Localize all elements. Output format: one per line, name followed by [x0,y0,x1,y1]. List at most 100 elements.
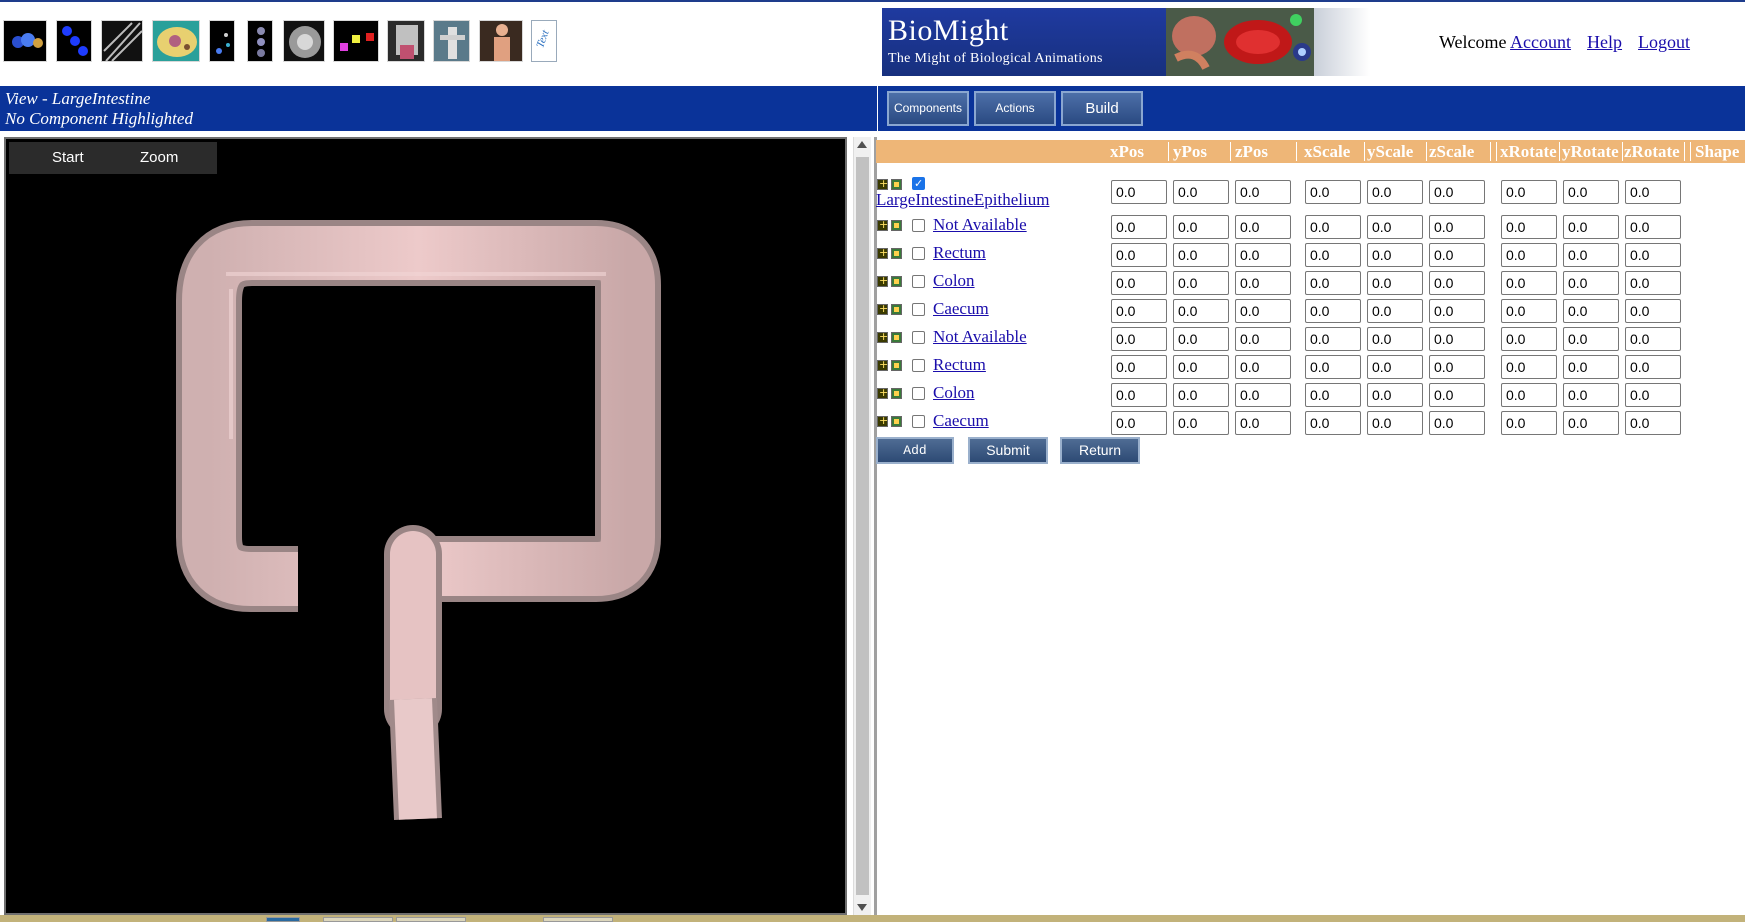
transform-input-zrotate[interactable] [1625,271,1681,295]
view-component-icon[interactable] [891,360,902,371]
expand-icon[interactable] [877,330,888,343]
transform-input-zrotate[interactable] [1625,355,1681,379]
component-link[interactable]: Colon [933,383,975,403]
transform-input-zscale[interactable] [1429,299,1485,323]
transform-input-xscale[interactable] [1305,383,1361,407]
component-checkbox[interactable] [912,331,925,344]
transform-input-zscale[interactable] [1429,355,1485,379]
transform-input-xpos[interactable] [1111,271,1167,295]
transform-input-xrotate[interactable] [1501,383,1557,407]
transform-input-xscale[interactable] [1305,355,1361,379]
transform-input-yscale[interactable] [1367,383,1423,407]
actions-button[interactable]: Actions [974,91,1056,126]
transform-input-zpos[interactable] [1235,299,1291,323]
transform-input-xrotate[interactable] [1501,411,1557,435]
help-link[interactable]: Help [1587,32,1622,52]
component-link[interactable]: Rectum [933,243,986,263]
transform-input-ypos[interactable] [1173,180,1229,204]
skeleton-thumbnail[interactable] [433,20,470,62]
component-checkbox[interactable] [912,219,925,232]
view-component-icon[interactable] [891,388,902,399]
transform-input-ypos[interactable] [1173,299,1229,323]
transform-input-xrotate[interactable] [1501,180,1557,204]
transform-input-yscale[interactable] [1367,271,1423,295]
component-checkbox[interactable] [912,275,925,288]
transform-input-xpos[interactable] [1111,327,1167,351]
transform-input-yscale[interactable] [1367,243,1423,267]
view-component-icon[interactable] [891,220,902,231]
transform-input-xpos[interactable] [1111,299,1167,323]
colored-blocks-thumbnail[interactable] [333,20,379,62]
transform-input-zscale[interactable] [1429,243,1485,267]
transform-input-yscale[interactable] [1367,180,1423,204]
expand-icon[interactable] [877,177,888,190]
molecule-thumbnail[interactable] [3,20,47,62]
transform-input-xrotate[interactable] [1501,299,1557,323]
transform-input-yrotate[interactable] [1563,271,1619,295]
scroll-down-arrow-icon[interactable] [857,904,867,911]
transform-input-zpos[interactable] [1235,215,1291,239]
transform-input-yscale[interactable] [1367,411,1423,435]
transform-input-yscale[interactable] [1367,215,1423,239]
logout-link[interactable]: Logout [1638,32,1690,52]
view-component-icon[interactable] [891,179,902,190]
view-component-icon[interactable] [891,248,902,259]
transform-input-zpos[interactable] [1235,180,1291,204]
cell-thumbnail[interactable] [152,20,200,62]
particles-thumbnail[interactable] [209,20,235,62]
transform-input-xpos[interactable] [1111,383,1167,407]
sphere-thumbnail[interactable] [283,20,325,62]
component-checkbox[interactable] [912,247,925,260]
component-link[interactable]: Caecum [933,411,989,431]
add-object-button[interactable]: Add Object [876,437,954,481]
transform-input-xpos[interactable] [1111,215,1167,239]
transform-input-zscale[interactable] [1429,383,1485,407]
transform-input-ypos[interactable] [1173,355,1229,379]
transform-input-yrotate[interactable] [1563,243,1619,267]
expand-icon[interactable] [877,358,888,371]
tissue-thumbnail[interactable] [387,20,425,62]
transform-input-xscale[interactable] [1305,215,1361,239]
blue-atoms-thumbnail[interactable] [56,20,92,62]
transform-input-xscale[interactable] [1305,327,1361,351]
transform-input-xpos[interactable] [1111,243,1167,267]
account-link[interactable]: Account [1510,32,1571,52]
transform-input-xpos[interactable] [1111,355,1167,379]
transform-input-xscale[interactable] [1305,243,1361,267]
expand-icon[interactable] [877,246,888,259]
transform-input-ypos[interactable] [1173,327,1229,351]
view-component-icon[interactable] [891,332,902,343]
component-link[interactable]: Rectum [933,355,986,375]
view-component-icon[interactable] [891,304,902,315]
transform-input-zscale[interactable] [1429,327,1485,351]
transform-input-zpos[interactable] [1235,411,1291,435]
taskbar-tab[interactable] [543,917,613,922]
transform-input-zpos[interactable] [1235,271,1291,295]
component-link[interactable]: Not Available [933,327,1027,347]
expand-icon[interactable] [877,414,888,427]
transform-input-xrotate[interactable] [1501,243,1557,267]
transform-input-yrotate[interactable] [1563,355,1619,379]
transform-input-ypos[interactable] [1173,215,1229,239]
transform-input-zpos[interactable] [1235,355,1291,379]
transform-input-zscale[interactable] [1429,180,1485,204]
text-thumbnail[interactable]: Text [531,20,557,62]
transform-input-zrotate[interactable] [1625,243,1681,267]
taskbar-tab[interactable] [266,917,300,922]
transform-input-xscale[interactable] [1305,299,1361,323]
transform-input-zpos[interactable] [1235,243,1291,267]
transform-input-ypos[interactable] [1173,271,1229,295]
transform-input-zrotate[interactable] [1625,299,1681,323]
transform-input-yrotate[interactable] [1563,411,1619,435]
transform-input-zrotate[interactable] [1625,215,1681,239]
transform-input-yrotate[interactable] [1563,215,1619,239]
expand-icon[interactable] [877,274,888,287]
components-button[interactable]: Components [887,91,969,126]
taskbar-tab[interactable] [323,917,393,922]
transform-input-yrotate[interactable] [1563,383,1619,407]
component-checkbox[interactable] [912,415,925,428]
build-button[interactable]: Build [1061,91,1143,126]
expand-icon[interactable] [877,302,888,315]
viewport-scrollbar[interactable] [853,137,871,915]
component-checkbox[interactable] [912,303,925,316]
